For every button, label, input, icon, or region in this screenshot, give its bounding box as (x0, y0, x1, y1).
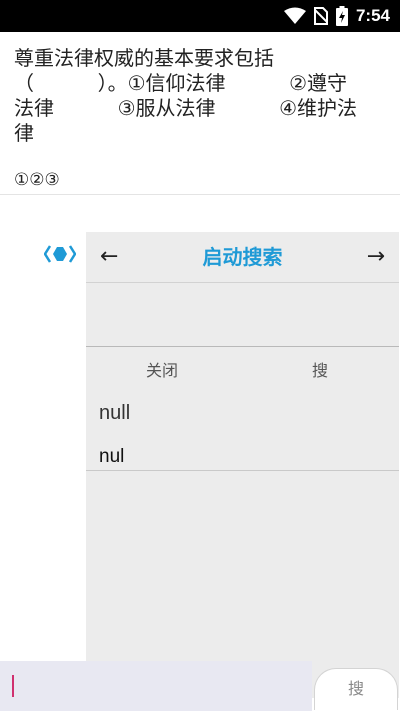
start-search-title[interactable]: 启动搜索 (86, 244, 399, 270)
question-text: 尊重法律权威的基本要求包括 （ ）。①信仰法律 ②遵守 法律 ③服从法律 ④维护… (14, 46, 390, 146)
no-sim-icon (313, 7, 328, 25)
result-item[interactable]: nul (99, 446, 124, 468)
clock: 7:54 (355, 6, 390, 25)
floating-search-logo-icon[interactable] (44, 244, 76, 264)
panel-actions: 关闭 搜 (86, 347, 399, 387)
status-icons: 7:54 (283, 0, 390, 32)
wifi-icon (283, 7, 306, 24)
question-line: （ ）。①信仰法律 ②遵守 (14, 71, 348, 95)
divider (0, 194, 400, 195)
text-cursor (12, 675, 14, 697)
panel-search-button[interactable]: 搜 (312, 357, 328, 381)
bottom-search-button[interactable]: 搜 (314, 668, 398, 710)
search-panel-header: ← 启动搜索 → (86, 232, 399, 283)
search-input[interactable] (0, 661, 312, 711)
battery-charging-icon (335, 6, 348, 26)
screen: 7:54 尊重法律权威的基本要求包括 （ ）。①信仰法律 ②遵守 法律 ③服从法… (0, 0, 400, 711)
divider (86, 470, 399, 471)
result-item[interactable]: null (99, 402, 130, 425)
answer-text: ①②③ (14, 170, 60, 190)
question-line: 律 (14, 121, 34, 145)
question-line: 尊重法律权威的基本要求包括 (14, 46, 274, 70)
status-bar: 7:54 (0, 0, 400, 32)
question-line: 法律 ③服从法律 ④维护法 (14, 96, 358, 120)
close-button[interactable]: 关闭 (146, 357, 178, 381)
search-panel: ← 启动搜索 → 关闭 搜 null nul (86, 232, 399, 698)
forward-arrow-button[interactable]: → (367, 244, 385, 270)
search-query-area[interactable] (86, 283, 399, 347)
